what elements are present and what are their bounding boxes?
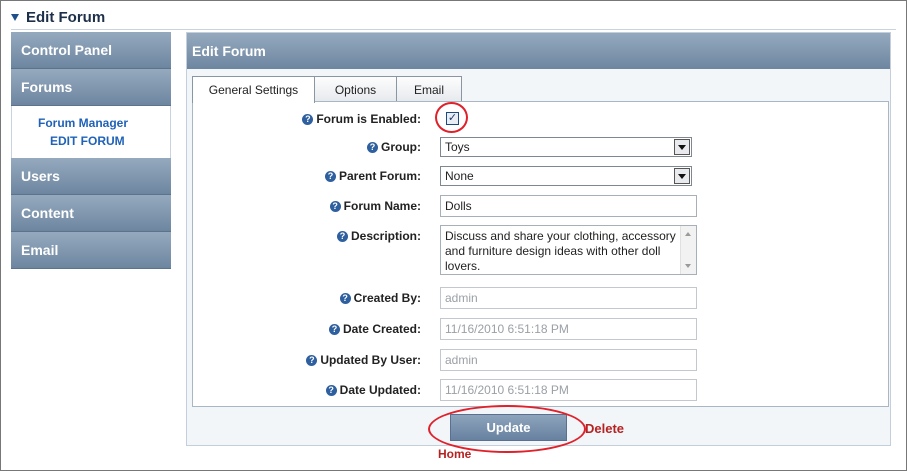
- sidebar-link-edit-forum[interactable]: EDIT FORUM: [12, 132, 170, 150]
- row-date-created: ? Date Created: 11/16/2010 6:51:18 PM: [193, 318, 888, 340]
- help-icon[interactable]: ?: [367, 141, 378, 153]
- forum-name-input[interactable]: Dolls: [440, 195, 697, 217]
- tab-email[interactable]: Email: [396, 76, 462, 102]
- help-icon[interactable]: ?: [336, 230, 348, 242]
- tab-options[interactable]: Options: [314, 76, 397, 102]
- textarea-scrollbar[interactable]: [680, 226, 696, 274]
- sidebar-item-label: Users: [21, 168, 60, 184]
- home-link[interactable]: Home: [438, 447, 471, 461]
- page-title: Edit Forum: [26, 8, 106, 26]
- sidebar-item-content[interactable]: Content: [11, 195, 171, 232]
- highlight-circle-update: [428, 405, 586, 453]
- label-date-created: ? Date Created:: [328, 322, 421, 336]
- row-description: ? Description: Discuss and share your cl…: [193, 225, 888, 275]
- label-parent-forum: ? Parent Forum:: [324, 169, 421, 183]
- delete-link[interactable]: Delete: [585, 421, 624, 436]
- description-textarea[interactable]: Discuss and share your clothing, accesso…: [440, 225, 697, 275]
- row-updated-by: ? Updated By User: admin: [193, 349, 888, 371]
- created-by-field: admin: [440, 287, 697, 309]
- label-text: Created By:: [353, 291, 421, 305]
- row-forum-name: ? Forum Name: Dolls: [193, 195, 888, 217]
- collapse-triangle-icon[interactable]: [11, 14, 19, 21]
- help-icon[interactable]: ?: [324, 170, 336, 182]
- page-title-bar[interactable]: Edit Forum: [11, 7, 105, 27]
- parent-forum-select-value: None: [445, 169, 474, 183]
- sidebar-item-control-panel[interactable]: Control Panel: [11, 32, 171, 69]
- row-forum-enabled: ? Forum is Enabled: ✓: [193, 102, 888, 133]
- row-group: ? Group: Toys: [193, 136, 888, 158]
- label-text: Updated By User:: [320, 353, 421, 367]
- help-icon[interactable]: ?: [306, 354, 318, 366]
- general-settings-form: ? Forum is Enabled: ✓ ? Group: Toys ? Pa…: [192, 101, 889, 407]
- help-icon[interactable]: ?: [329, 200, 341, 212]
- date-updated-field: 11/16/2010 6:51:18 PM: [440, 379, 697, 401]
- label-text: Forum Name:: [343, 199, 421, 213]
- help-icon[interactable]: ?: [302, 113, 314, 125]
- scroll-down-icon[interactable]: [685, 264, 691, 268]
- sidebar-item-forums[interactable]: Forums: [11, 69, 171, 106]
- edit-forum-panel: Edit Forum General Settings Options Emai…: [186, 32, 891, 446]
- highlight-circle-checkbox: [435, 102, 468, 133]
- chevron-down-icon[interactable]: [674, 139, 690, 155]
- row-parent-forum: ? Parent Forum: None: [193, 165, 888, 187]
- group-select[interactable]: Toys: [440, 137, 692, 157]
- sidebar: Control Panel Forums Forum Manager EDIT …: [11, 32, 171, 269]
- help-icon[interactable]: ?: [328, 323, 340, 335]
- label-forum-name: ? Forum Name:: [329, 199, 421, 213]
- panel-title: Edit Forum: [187, 33, 890, 69]
- help-icon[interactable]: ?: [339, 292, 351, 304]
- label-text: Date Created:: [342, 322, 421, 336]
- label-text: Parent Forum:: [338, 169, 421, 183]
- label-forum-enabled: ? Forum is Enabled:: [302, 112, 421, 126]
- updated-by-field: admin: [440, 349, 697, 371]
- chevron-down-icon[interactable]: [674, 168, 690, 184]
- group-select-value: Toys: [445, 140, 470, 154]
- label-text: Date Updated:: [339, 383, 421, 397]
- help-icon[interactable]: ?: [325, 384, 337, 396]
- scroll-up-icon[interactable]: [685, 232, 691, 236]
- date-created-field: 11/16/2010 6:51:18 PM: [440, 318, 697, 340]
- sidebar-item-label: Forums: [21, 79, 73, 95]
- title-divider: [11, 29, 896, 30]
- row-date-updated: ? Date Updated: 11/16/2010 6:51:18 PM: [193, 379, 888, 401]
- sidebar-item-label: Email: [21, 242, 59, 258]
- sidebar-item-email[interactable]: Email: [11, 232, 171, 269]
- label-text: Description:: [350, 229, 421, 243]
- sidebar-item-label: Control Panel: [21, 42, 113, 58]
- window: Edit Forum Control Panel Forums Forum Ma…: [0, 0, 907, 471]
- sidebar-item-users[interactable]: Users: [11, 158, 171, 195]
- label-updated-by: ? Updated By User:: [306, 353, 421, 367]
- row-created-by: ? Created By: admin: [193, 287, 888, 309]
- label-group: ? Group:: [367, 140, 421, 154]
- label-text: Forum is Enabled:: [316, 112, 421, 126]
- label-created-by: ? Created By:: [339, 291, 421, 305]
- label-date-updated: ? Date Updated:: [325, 383, 421, 397]
- sidebar-link-forum-manager[interactable]: Forum Manager: [12, 114, 170, 132]
- description-text: Discuss and share your clothing, accesso…: [445, 229, 676, 273]
- tab-bar: General Settings Options Email: [192, 76, 462, 103]
- tab-general-settings[interactable]: General Settings: [192, 76, 315, 103]
- label-description: ? Description:: [336, 229, 421, 243]
- sidebar-item-label: Content: [21, 205, 74, 221]
- parent-forum-select[interactable]: None: [440, 166, 692, 186]
- sidebar-submenu-forums: Forum Manager EDIT FORUM: [11, 106, 171, 158]
- label-text: Group:: [381, 140, 421, 154]
